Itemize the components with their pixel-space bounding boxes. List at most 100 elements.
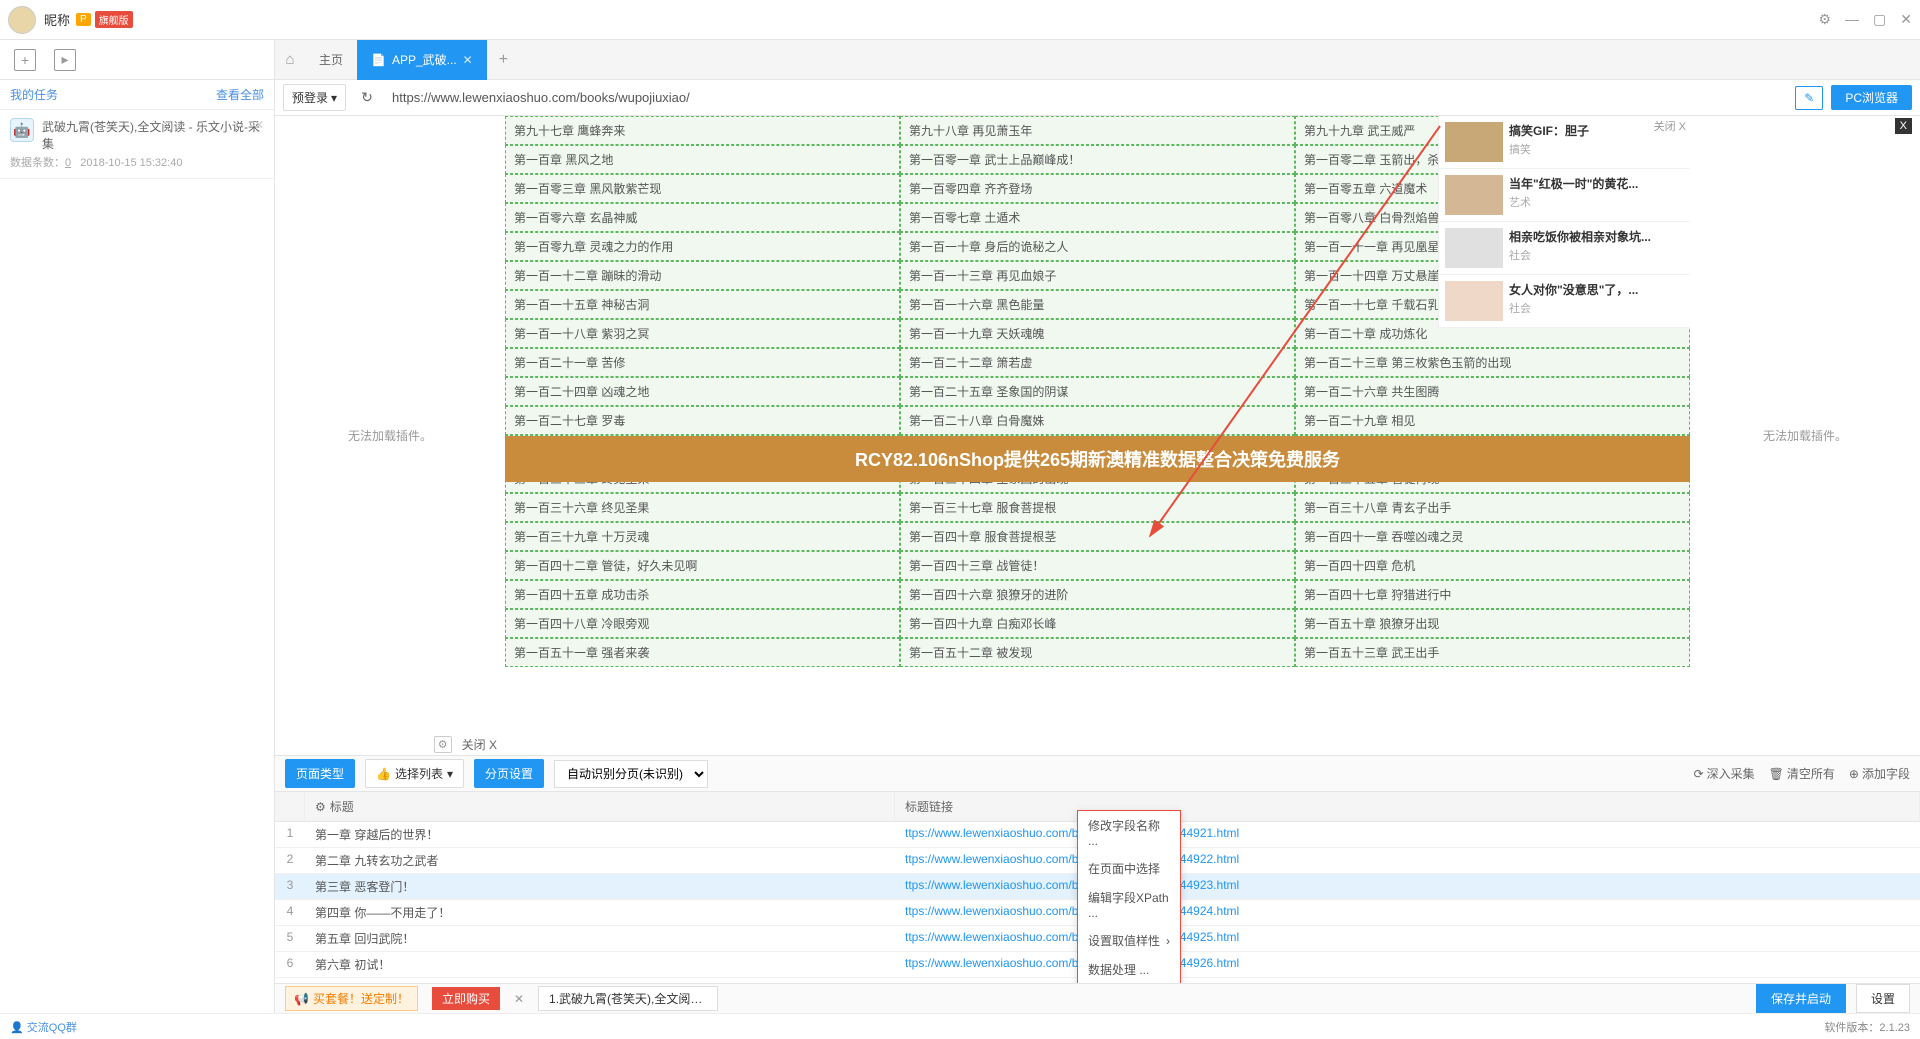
view-all-link[interactable]: 查看全部 bbox=[216, 86, 264, 103]
chapter-link[interactable]: 第九十八章 再见萧玉年 bbox=[900, 116, 1295, 145]
chapter-link[interactable]: 第一百三十七章 服食菩提根 bbox=[900, 493, 1295, 522]
chapter-link[interactable]: 第一百二十六章 共生图腾 bbox=[1295, 377, 1690, 406]
chapter-link[interactable]: 第一百五十章 狼獠牙出现 bbox=[1295, 609, 1690, 638]
center-pane[interactable]: 第九十七章 鹰蜂奔来第九十八章 再见萧玉年第九十九章 武王威严第一百章 黑风之地… bbox=[505, 116, 1690, 755]
chapter-link[interactable]: 第一百章 黑风之地 bbox=[505, 145, 900, 174]
chapter-link[interactable]: 第一百零四章 齐齐登场 bbox=[900, 174, 1295, 203]
col-title[interactable]: ⚙标题 bbox=[305, 792, 895, 821]
new-task-icon[interactable]: + bbox=[14, 49, 36, 71]
avatar[interactable] bbox=[8, 6, 36, 34]
chapter-link[interactable]: 第一百三十九章 十万灵魂 bbox=[505, 522, 900, 551]
chapter-link[interactable]: 第一百四十八章 冷眼旁观 bbox=[505, 609, 900, 638]
news-item[interactable]: 女人对你"没意思"了，...社会 bbox=[1439, 275, 1690, 328]
edit-icon[interactable]: ✎ bbox=[1795, 86, 1823, 110]
row-link[interactable]: ttps://www.lewenxiaoshuo.com/books/wupoj… bbox=[895, 978, 1920, 983]
news-close-button[interactable]: 关闭 X bbox=[1654, 118, 1686, 134]
right-close-x[interactable]: X bbox=[1895, 118, 1912, 134]
ad-banner[interactable]: RCY82.106nShop提供265期新澳精准数据整合决策免费服务 bbox=[505, 436, 1690, 482]
chapter-link[interactable]: 第一百一十二章 蹦昧的滑动 bbox=[505, 261, 900, 290]
chapter-link[interactable]: 第一百零九章 灵魂之力的作用 bbox=[505, 232, 900, 261]
chapter-link[interactable]: 第一百二十八章 白骨魔姝 bbox=[900, 406, 1295, 435]
close-icon[interactable]: ✕ bbox=[1900, 11, 1912, 28]
chapter-link[interactable]: 第一百三十八章 青玄子出手 bbox=[1295, 493, 1690, 522]
chapter-link[interactable]: 第一百零六章 玄晶神威 bbox=[505, 203, 900, 232]
chapter-link[interactable]: 第一百二十二章 箫若虚 bbox=[900, 348, 1295, 377]
ctx-item[interactable]: 在页面中选择 bbox=[1078, 854, 1180, 883]
row-link[interactable]: ttps://www.lewenxiaoshuo.com/books/wupoj… bbox=[895, 900, 1920, 925]
chapter-link[interactable]: 第一百四十六章 狼獠牙的进阶 bbox=[900, 580, 1295, 609]
folder-icon[interactable]: ▸ bbox=[54, 49, 76, 71]
chapter-link[interactable]: 第一百三十六章 终见圣果 bbox=[505, 493, 900, 522]
ctx-item[interactable]: 编辑字段XPath ... bbox=[1078, 883, 1180, 926]
chapter-link[interactable]: 第一百一十八章 紫羽之冥 bbox=[505, 319, 900, 348]
row-link[interactable]: ttps://www.lewenxiaoshuo.com/books/wupoj… bbox=[895, 926, 1920, 951]
settings-button[interactable]: 设置 bbox=[1856, 984, 1910, 1013]
task-item[interactable]: 🤖 武破九霄(苍笑天),全文阅读 - 乐文小说-采集 数据条数：0 2018-1… bbox=[0, 110, 274, 179]
chapter-link[interactable]: 第一百一十九章 天妖魂魄 bbox=[900, 319, 1295, 348]
chapter-link[interactable]: 第一百四十三章 战管徒！ bbox=[900, 551, 1295, 580]
chapter-link[interactable]: 第一百四十九章 白痴邓长峰 bbox=[900, 609, 1295, 638]
chapter-link[interactable]: 第一百五十三章 武王出手 bbox=[1295, 638, 1690, 667]
ctx-item[interactable]: 数据处理 ... bbox=[1078, 955, 1180, 983]
chapter-link[interactable]: 第一百五十一章 强者来袭 bbox=[505, 638, 900, 667]
chapter-link[interactable]: 第一百四十四章 危机 bbox=[1295, 551, 1690, 580]
left-close-button[interactable]: 关闭 X bbox=[462, 736, 497, 753]
row-link[interactable]: ttps://www.lewenxiaoshuo.com/books/wupoj… bbox=[895, 822, 1920, 847]
col-link[interactable]: 标题链接 bbox=[895, 792, 1920, 821]
chapter-link[interactable]: 第一百四十七章 狩猎进行中 bbox=[1295, 580, 1690, 609]
maximize-icon[interactable]: ▢ bbox=[1873, 11, 1886, 28]
chapter-link[interactable]: 第一百二十四章 凶魂之地 bbox=[505, 377, 900, 406]
tab-home-icon[interactable]: ⌂ bbox=[275, 51, 305, 68]
row-link[interactable]: ttps://www.lewenxiaoshuo.com/books/wupoj… bbox=[895, 952, 1920, 977]
row-link[interactable]: ttps://www.lewenxiaoshuo.com/books/wupoj… bbox=[895, 848, 1920, 873]
buy-now-button[interactable]: 立即购买 bbox=[432, 987, 500, 1010]
chapter-link[interactable]: 第一百四十二章 管徒，好久未见啊 bbox=[505, 551, 900, 580]
promo-close-icon[interactable]: ✕ bbox=[514, 992, 524, 1006]
news-item[interactable]: 相亲吃饭你被相亲对象坑...社会 bbox=[1439, 222, 1690, 275]
footer-tab[interactable]: 1.武破九霄(苍笑天),全文阅读 - 乐文... bbox=[538, 986, 718, 1011]
chapter-link[interactable]: 第一百五十二章 被发现 bbox=[900, 638, 1295, 667]
chapter-link[interactable]: 第一百一十章 身后的诡秘之人 bbox=[900, 232, 1295, 261]
left-gear-icon[interactable]: ⚙ bbox=[434, 736, 452, 753]
chapter-link[interactable]: 第一百一十三章 再见血娘子 bbox=[900, 261, 1295, 290]
ctx-item[interactable]: 设置取值样性› bbox=[1078, 926, 1180, 955]
chapter-link[interactable]: 第一百二十五章 圣象国的阴谋 bbox=[900, 377, 1295, 406]
settings-icon[interactable]: ⚙ bbox=[1818, 11, 1831, 28]
auto-pagination-select[interactable]: 自动识别分页(未识别) bbox=[554, 760, 708, 788]
pc-browser-button[interactable]: PC浏览器 bbox=[1831, 85, 1912, 110]
pagination-button[interactable]: 分页设置 bbox=[474, 759, 544, 788]
row-link[interactable]: ttps://www.lewenxiaoshuo.com/books/wupoj… bbox=[895, 874, 1920, 899]
chapter-link[interactable]: 第九十七章 鹰蜂奔来 bbox=[505, 116, 900, 145]
page-type-button[interactable]: 页面类型 bbox=[285, 759, 355, 788]
add-field-button[interactable]: ⊕ 添加字段 bbox=[1849, 765, 1910, 782]
minimize-icon[interactable]: — bbox=[1845, 11, 1859, 28]
chapter-link[interactable]: 第一百一十五章 神秘古洞 bbox=[505, 290, 900, 319]
task-close-icon[interactable]: ✕ bbox=[254, 118, 264, 132]
chapter-link[interactable]: 第一百二十七章 罗毒 bbox=[505, 406, 900, 435]
chapter-link[interactable]: 第一百四十一章 吞噬凶魂之灵 bbox=[1295, 522, 1690, 551]
chapter-link[interactable]: 第一百零七章 土遁术 bbox=[900, 203, 1295, 232]
chapter-link[interactable]: 第一百零三章 黑风散紫芒现 bbox=[505, 174, 900, 203]
my-tasks-label[interactable]: 我的任务 bbox=[10, 86, 58, 103]
tab-main[interactable]: 主页 bbox=[305, 40, 357, 80]
qq-group-link[interactable]: 👤 交流QQ群 bbox=[10, 1019, 77, 1035]
chapter-link[interactable]: 第一百二十九章 相见 bbox=[1295, 406, 1690, 435]
ctx-item[interactable]: 修改字段名称 ... bbox=[1078, 811, 1180, 854]
chapter-link[interactable]: 第一百四十章 服食菩提根茎 bbox=[900, 522, 1295, 551]
news-item[interactable]: 搞笑GIF：胆子搞笑 bbox=[1439, 116, 1690, 169]
chapter-link[interactable]: 第一百二十三章 第三枚紫色玉箭的出现 bbox=[1295, 348, 1690, 377]
tab-add-button[interactable]: + bbox=[487, 51, 520, 69]
select-list-button[interactable]: 👍选择列表▾ bbox=[365, 759, 464, 788]
reload-icon[interactable]: ↻ bbox=[354, 85, 380, 111]
tab-close-icon[interactable]: ✕ bbox=[463, 53, 473, 67]
deep-collect-button[interactable]: ⟳ 深入采集 bbox=[1694, 765, 1755, 782]
url-input[interactable] bbox=[388, 86, 1787, 109]
prelogin-button[interactable]: 预登录▾ bbox=[283, 84, 346, 111]
chapter-link[interactable]: 第一百零一章 武士上品巅峰成！ bbox=[900, 145, 1295, 174]
clear-all-button[interactable]: 🗑 清空所有 bbox=[1769, 765, 1835, 782]
chapter-link[interactable]: 第一百二十一章 苦修 bbox=[505, 348, 900, 377]
news-item[interactable]: 当年"红极一时"的黄花...艺术 bbox=[1439, 169, 1690, 222]
chapter-link[interactable]: 第一百一十六章 黑色能量 bbox=[900, 290, 1295, 319]
tab-active[interactable]: 📄 APP_武破... ✕ bbox=[357, 40, 487, 80]
save-start-button[interactable]: 保存并启动 bbox=[1756, 984, 1846, 1013]
